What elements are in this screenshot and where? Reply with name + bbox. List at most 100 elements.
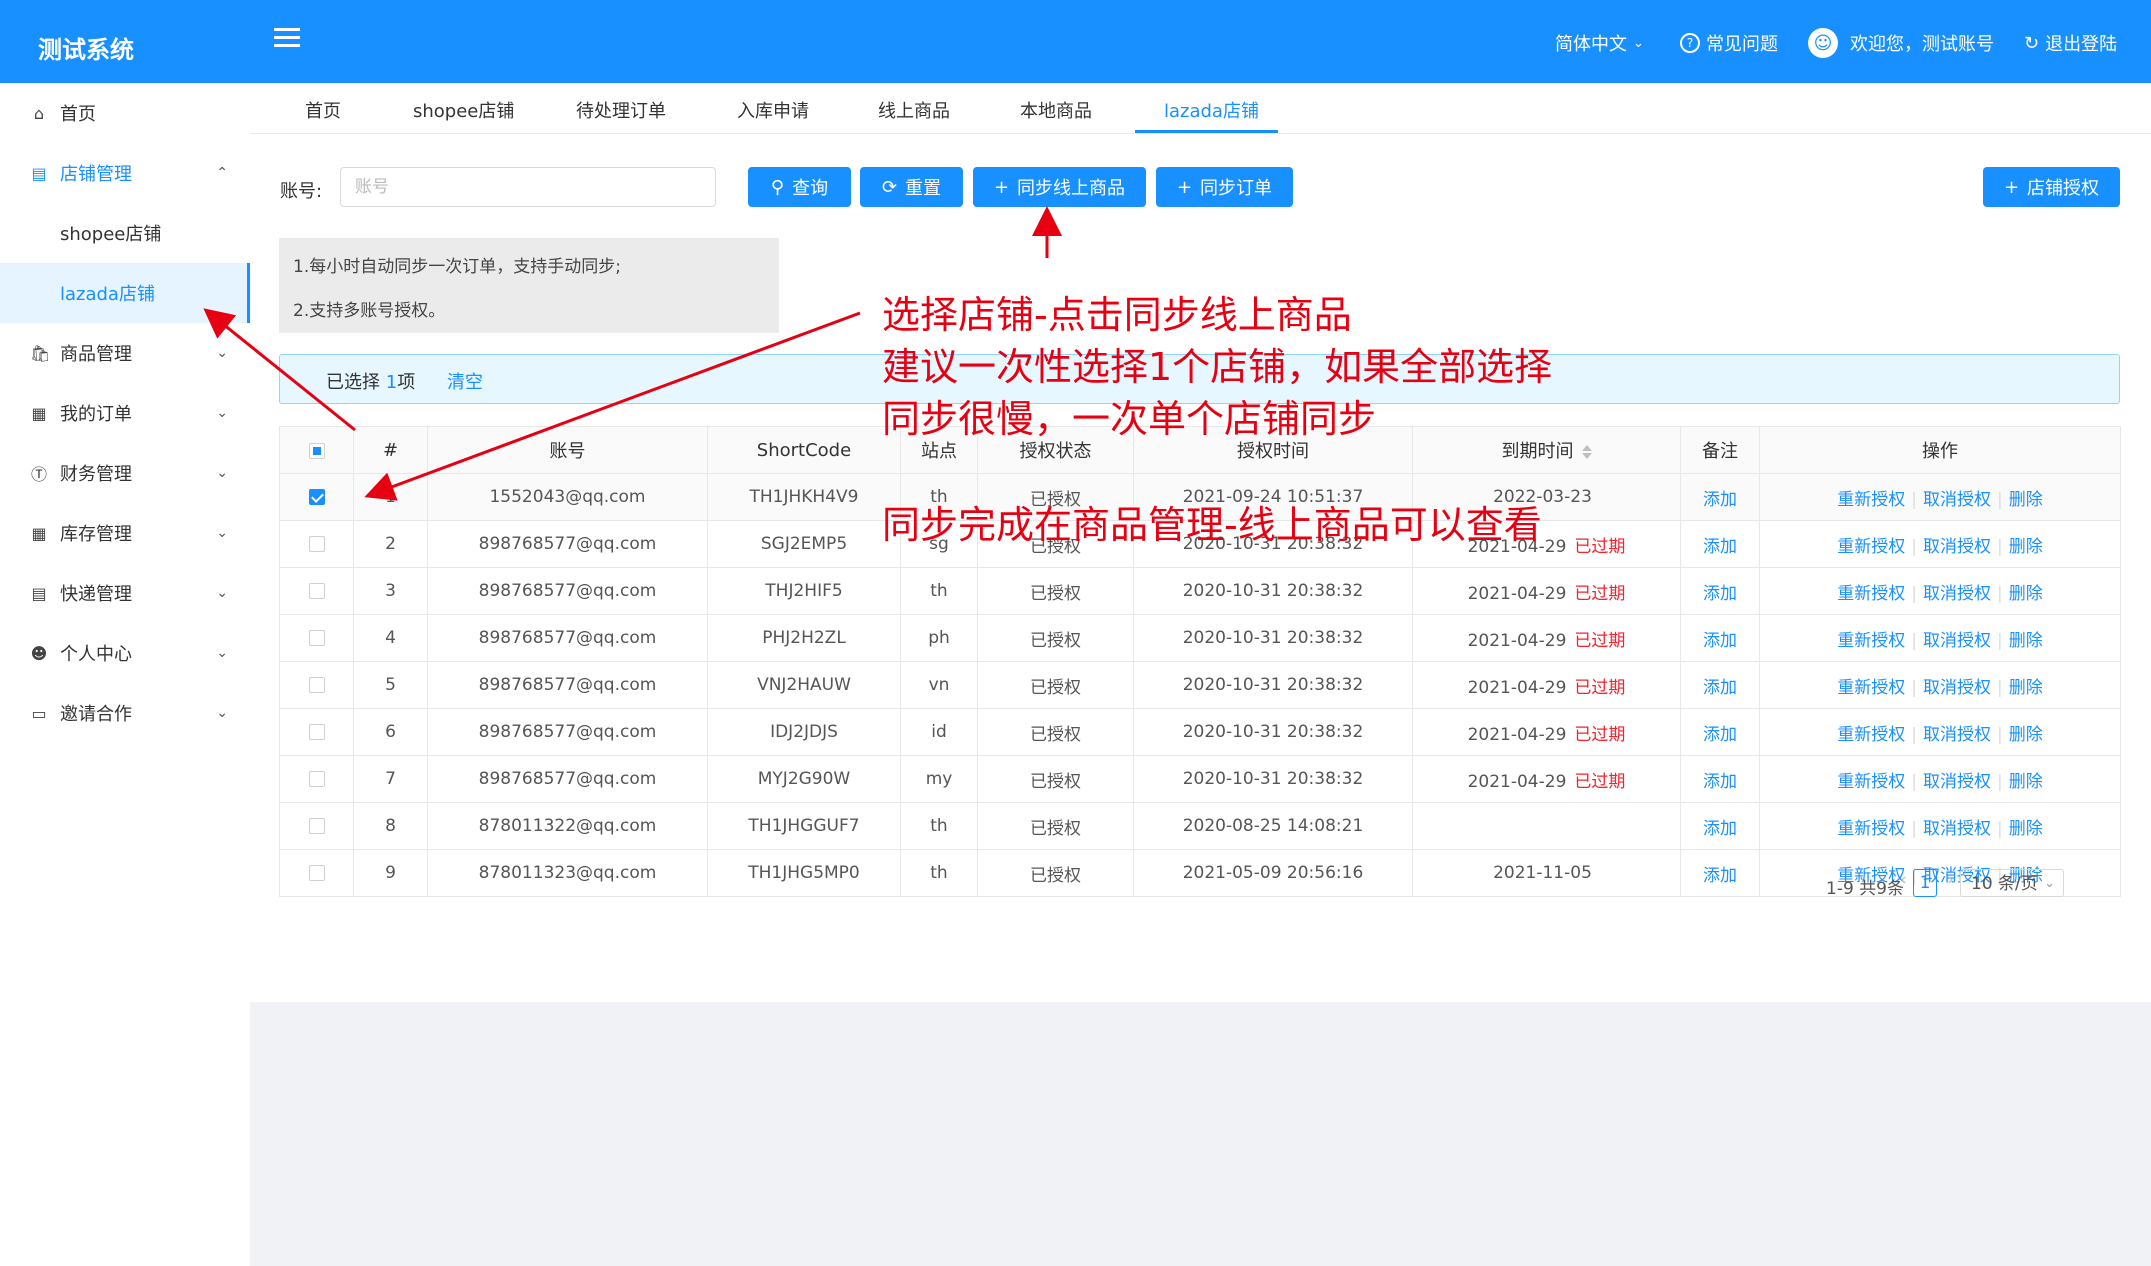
sidebar-item-profile[interactable]: ☻ 个人中心 ⌄ [0, 623, 250, 683]
add-remark-link[interactable]: 添加 [1703, 678, 1737, 698]
add-remark-link[interactable]: 添加 [1703, 584, 1737, 604]
delete-link[interactable]: 删除 [2009, 584, 2043, 604]
add-remark-link[interactable]: 添加 [1703, 866, 1737, 886]
remark-cell: 添加 [1680, 755, 1760, 803]
tab-shopee[interactable]: shopee店铺 [413, 97, 514, 123]
row-checkbox[interactable] [308, 771, 325, 787]
add-remark-link[interactable]: 添加 [1703, 725, 1737, 745]
prev-page-icon[interactable]: ‹ [1900, 870, 1907, 890]
row-checkbox[interactable] [308, 583, 325, 599]
add-remark-link[interactable]: 添加 [1703, 537, 1737, 557]
row-number: 6 [353, 708, 428, 756]
language-label: 简体中文 [1555, 34, 1627, 55]
tab-online-products[interactable]: 线上商品 [878, 97, 950, 123]
delete-link[interactable]: 删除 [2009, 725, 2043, 745]
delete-link[interactable]: 删除 [2009, 678, 2043, 698]
account-cell: 898768577@qq.com [427, 520, 708, 568]
delete-link[interactable]: 删除 [2009, 819, 2043, 839]
select-all-checkbox[interactable] [308, 442, 325, 459]
cancel-auth-link[interactable]: 取消授权 [1923, 725, 1991, 745]
row-checkbox[interactable] [308, 818, 325, 834]
delete-link[interactable]: 删除 [2009, 772, 2043, 792]
actions-cell: 重新授权 | 取消授权 | 删除 [1759, 802, 2121, 850]
site-cell: vn [900, 661, 978, 709]
tab-lazada[interactable]: lazada店铺 [1164, 97, 1259, 123]
logout-button[interactable]: ↻ 退出登陆 [2024, 30, 2117, 56]
delete-link[interactable]: 删除 [2009, 490, 2043, 510]
sidebar-item-home[interactable]: ⌂ 首页 [0, 83, 250, 143]
tab-local-products[interactable]: 本地商品 [1020, 97, 1092, 123]
delete-link[interactable]: 删除 [2009, 537, 2043, 557]
sidebar-item-invite[interactable]: ▭ 邀请合作 ⌄ [0, 683, 250, 743]
sidebar-item-orders[interactable]: ▦ 我的订单 ⌄ [0, 383, 250, 443]
cancel-auth-link[interactable]: 取消授权 [1923, 819, 1991, 839]
reset-button[interactable]: ⟳ 重置 [860, 167, 963, 207]
sort-icon[interactable] [1581, 443, 1592, 461]
sidebar-item-finance[interactable]: Ⓣ 财务管理 ⌄ [0, 443, 250, 503]
row-checkbox[interactable] [308, 489, 325, 505]
menu-toggle-icon[interactable] [274, 28, 300, 50]
reauthorize-link[interactable]: 重新授权 [1837, 678, 1905, 698]
row-checkbox[interactable] [308, 630, 325, 646]
annotation-line-2: 建议一次性选择1个店铺，如果全部选择 [882, 345, 1553, 389]
row-select-cell [279, 661, 354, 709]
add-remark-link[interactable]: 添加 [1703, 490, 1737, 510]
annotation-line-3: 同步很慢，一次单个店铺同步 [882, 397, 1377, 441]
clear-selection-link[interactable]: 清空 [447, 368, 483, 394]
sidebar-item-express[interactable]: ▤ 快递管理 ⌄ [0, 563, 250, 623]
shortcode-cell: SGJ2EMP5 [707, 520, 901, 568]
action-divider: | [1911, 536, 1917, 557]
store-authorize-button[interactable]: + 店铺授权 [1983, 167, 2120, 207]
reauthorize-link[interactable]: 重新授权 [1837, 537, 1905, 557]
sidebar-item-products[interactable]: 🛍 商品管理 ⌄ [0, 323, 250, 383]
sidebar-subitem-lazada[interactable]: lazada店铺 [0, 263, 250, 323]
tab-inbound[interactable]: 入库申请 [737, 97, 809, 123]
cancel-auth-link[interactable]: 取消授权 [1923, 631, 1991, 651]
shortcode-cell: IDJ2JDJS [707, 708, 901, 756]
cancel-auth-link[interactable]: 取消授权 [1923, 537, 1991, 557]
query-button[interactable]: ⚲ 查询 [748, 167, 851, 207]
language-switcher[interactable]: 简体中文 ⌄ [1555, 30, 1644, 56]
row-number: 9 [353, 849, 428, 897]
table-row: 5 898768577@qq.com VNJ2HAUW vn 已授权 2020-10-31… [279, 661, 2121, 709]
action-divider: | [1997, 489, 2003, 510]
add-remark-link[interactable]: 添加 [1703, 819, 1737, 839]
sidebar-item-store-management[interactable]: ▤ 店铺管理 ⌃ [0, 143, 250, 203]
add-remark-link[interactable]: 添加 [1703, 631, 1737, 651]
page-button-current[interactable]: 1 [1913, 869, 1937, 897]
expire-date: 2021-04-29 [1467, 724, 1567, 745]
cancel-auth-link[interactable]: 取消授权 [1923, 490, 1991, 510]
next-page-icon[interactable]: › [1947, 870, 1954, 890]
tip-line-1: 1.每小时自动同步一次订单，支持手动同步; [293, 257, 621, 277]
faq-link[interactable]: ? 常见问题 [1680, 30, 1778, 56]
sidebar-item-inventory[interactable]: ▦ 库存管理 ⌄ [0, 503, 250, 563]
add-remark-link[interactable]: 添加 [1703, 772, 1737, 792]
sidebar-subitem-shopee[interactable]: shopee店铺 [0, 203, 250, 263]
cancel-auth-link[interactable]: 取消授权 [1923, 584, 1991, 604]
reauthorize-link[interactable]: 重新授权 [1837, 819, 1905, 839]
page-size-select[interactable]: 10 条/页 ⌄ [1960, 869, 2064, 897]
account-search-input[interactable] [340, 167, 716, 207]
reauthorize-link[interactable]: 重新授权 [1837, 490, 1905, 510]
row-checkbox[interactable] [308, 536, 325, 552]
cancel-auth-link[interactable]: 取消授权 [1923, 678, 1991, 698]
tab-home[interactable]: 首页 [305, 97, 341, 123]
row-checkbox[interactable] [308, 724, 325, 740]
shortcode-cell: MYJ2G90W [707, 755, 901, 803]
user-menu[interactable]: ☺ 欢迎您，测试账号 [1808, 28, 1994, 58]
row-select-cell [279, 755, 354, 803]
reauthorize-link[interactable]: 重新授权 [1837, 725, 1905, 745]
chevron-down-icon: ⌄ [216, 405, 228, 421]
cancel-auth-link[interactable]: 取消授权 [1923, 772, 1991, 792]
site-cell: my [900, 755, 978, 803]
delete-link[interactable]: 删除 [2009, 631, 2043, 651]
row-checkbox[interactable] [308, 865, 325, 881]
row-checkbox[interactable] [308, 677, 325, 693]
column-header-expire[interactable]: 到期时间 [1412, 426, 1681, 474]
reauthorize-link[interactable]: 重新授权 [1837, 584, 1905, 604]
reauthorize-link[interactable]: 重新授权 [1837, 772, 1905, 792]
tab-pending-orders[interactable]: 待处理订单 [576, 97, 666, 123]
sync-products-button[interactable]: + 同步线上商品 [973, 167, 1146, 207]
reauthorize-link[interactable]: 重新授权 [1837, 631, 1905, 651]
sync-orders-button[interactable]: + 同步订单 [1156, 167, 1293, 207]
